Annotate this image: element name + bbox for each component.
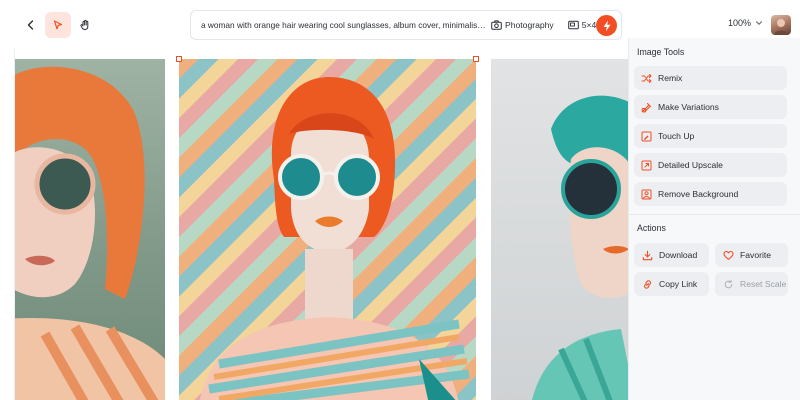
- prompt-input[interactable]: a woman with orange hair wearing cool su…: [201, 20, 487, 30]
- reset-scale-button[interactable]: Reset Scale: [715, 272, 788, 296]
- make-variations-label: Make Variations: [658, 102, 719, 112]
- link-icon: [644, 279, 651, 289]
- selection-handle-top-left[interactable]: [176, 56, 182, 62]
- back-button[interactable]: [18, 12, 44, 38]
- image-tools-panel: Image Tools Remix Make Variations Touch …: [628, 38, 800, 400]
- touch-up-label: Touch Up: [658, 131, 695, 141]
- favorite-button[interactable]: Favorite: [715, 243, 788, 267]
- chevron-left-icon: [27, 20, 34, 30]
- camera-icon: [491, 20, 502, 30]
- aspect-ratio-icon: [567, 20, 579, 30]
- avatar-face-icon: [774, 19, 788, 35]
- style-selector[interactable]: Photography: [491, 20, 554, 30]
- download-icon: [642, 250, 653, 260]
- pan-tool-button[interactable]: [72, 12, 98, 38]
- aspect-label: 5×4: [581, 20, 597, 30]
- copy-link-button[interactable]: Copy Link: [634, 272, 709, 296]
- generated-image-selected[interactable]: [179, 59, 476, 400]
- download-label: Download: [659, 250, 698, 260]
- zoom-label: 100%: [728, 18, 752, 28]
- remix-label: Remix: [658, 73, 683, 83]
- remove-background-icon: [641, 189, 652, 199]
- reset-scale-label: Reset Scale: [740, 279, 787, 289]
- hand-icon: [80, 19, 89, 30]
- style-label: Photography: [505, 20, 554, 30]
- touch-up-icon: [641, 131, 652, 141]
- portrait-right-illustration: [532, 95, 628, 400]
- reset-icon: [724, 279, 733, 288]
- chevron-down-icon: [755, 21, 763, 25]
- detailed-upscale-label: Detailed Upscale: [658, 160, 723, 170]
- upscale-icon: [641, 160, 652, 170]
- portrait-center-illustration: [199, 77, 470, 400]
- actions-title: Actions: [637, 223, 666, 233]
- panel-divider: [629, 214, 800, 215]
- prompt-bar[interactable]: a woman with orange hair wearing cool su…: [190, 10, 622, 40]
- selection-handle-top-right[interactable]: [473, 56, 479, 62]
- portrait-left-illustration: [15, 66, 165, 400]
- favorite-label: Favorite: [740, 250, 772, 260]
- detailed-upscale-button[interactable]: Detailed Upscale: [634, 153, 787, 177]
- generated-image-right[interactable]: [491, 59, 628, 400]
- generated-image-left[interactable]: [15, 59, 165, 400]
- remove-background-button[interactable]: Remove Background: [634, 182, 787, 206]
- image-canvas[interactable]: [14, 48, 628, 400]
- generate-button[interactable]: [596, 15, 617, 36]
- touch-up-button[interactable]: Touch Up: [634, 124, 787, 148]
- select-tool-button[interactable]: [45, 12, 71, 38]
- shuffle-icon: [641, 73, 652, 83]
- aspect-ratio-selector[interactable]: 5×4: [567, 20, 597, 30]
- heart-icon: [723, 250, 734, 260]
- variations-icon: [641, 102, 652, 113]
- remix-button[interactable]: Remix: [634, 66, 787, 90]
- user-avatar[interactable]: [771, 15, 791, 35]
- make-variations-button[interactable]: Make Variations: [634, 95, 787, 119]
- cursor-arrow-icon: [53, 20, 63, 30]
- copy-link-label: Copy Link: [659, 279, 698, 289]
- zoom-selector[interactable]: 100%: [728, 18, 763, 28]
- image-tools-title: Image Tools: [637, 47, 685, 57]
- remove-background-label: Remove Background: [658, 189, 739, 199]
- download-button[interactable]: Download: [634, 243, 709, 267]
- lightning-icon: [603, 20, 610, 31]
